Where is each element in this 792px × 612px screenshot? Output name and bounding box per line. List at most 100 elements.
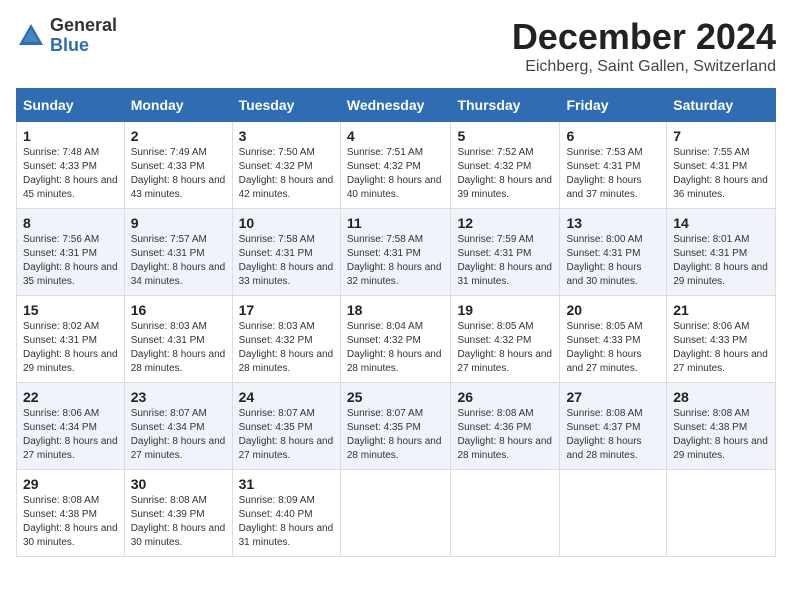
day-info: Sunrise: 8:07 AMSunset: 4:35 PMDaylight:… <box>239 408 334 461</box>
week-row-2: 8 Sunrise: 7:56 AMSunset: 4:31 PMDaylight… <box>17 209 776 296</box>
day-cell: 29 Sunrise: 8:08 AMSunset: 4:38 PMDayligh… <box>17 470 125 557</box>
header-day-sunday: Sunday <box>17 89 125 122</box>
day-info: Sunrise: 8:08 AMSunset: 4:38 PMDaylight:… <box>23 495 118 548</box>
day-number: 18 <box>347 302 445 318</box>
day-cell: 17Sunrise: 8:03 AMSunset: 4:32 PMDayligh… <box>232 296 340 383</box>
day-cell: 22 Sunrise: 8:06 AMSunset: 4:34 PMDayligh… <box>17 383 125 470</box>
day-cell: 5Sunrise: 7:52 AMSunset: 4:32 PMDaylight… <box>451 122 560 209</box>
header-day-saturday: Saturday <box>667 89 776 122</box>
day-number: 24 <box>239 389 334 405</box>
day-cell: 14Sunrise: 8:01 AMSunset: 4:31 PMDayligh… <box>667 209 776 296</box>
day-number: 25 <box>347 389 445 405</box>
calendar-table: SundayMondayTuesdayWednesdayThursdayFrid… <box>16 88 776 557</box>
day-info: Sunrise: 8:05 AMSunset: 4:33 PMDaylight:… <box>566 321 642 374</box>
day-info: Sunrise: 8:09 AMSunset: 4:40 PMDaylight:… <box>239 495 334 548</box>
day-cell: 31 Sunrise: 8:09 AMSunset: 4:40 PMDayligh… <box>232 470 340 557</box>
day-number: 3 <box>239 128 334 144</box>
day-number: 17 <box>239 302 334 318</box>
day-cell <box>560 470 667 557</box>
day-number: 4 <box>347 128 445 144</box>
day-info: Sunrise: 7:53 AMSunset: 4:31 PMDaylight:… <box>566 147 642 200</box>
day-cell: 4Sunrise: 7:51 AMSunset: 4:32 PMDaylight… <box>340 122 451 209</box>
day-number: 28 <box>673 389 769 405</box>
day-number: 6 <box>566 128 660 144</box>
day-info: Sunrise: 8:08 AMSunset: 4:39 PMDaylight:… <box>131 495 226 548</box>
week-row-1: 1 Sunrise: 7:48 AMSunset: 4:33 PMDaylight… <box>17 122 776 209</box>
day-number: 7 <box>673 128 769 144</box>
day-cell: 2 Sunrise: 7:49 AMSunset: 4:33 PMDaylight… <box>124 122 232 209</box>
logo-blue-text: Blue <box>50 36 117 56</box>
day-cell: 19 Sunrise: 8:05 AMSunset: 4:32 PMDayligh… <box>451 296 560 383</box>
day-cell: 13Sunrise: 8:00 AMSunset: 4:31 PMDayligh… <box>560 209 667 296</box>
day-cell: 23Sunrise: 8:07 AMSunset: 4:34 PMDayligh… <box>124 383 232 470</box>
day-cell: 10Sunrise: 7:58 AMSunset: 4:31 PMDayligh… <box>232 209 340 296</box>
day-number: 5 <box>457 128 553 144</box>
day-number: 2 <box>131 128 226 144</box>
header-day-thursday: Thursday <box>451 89 560 122</box>
day-cell <box>451 470 560 557</box>
day-info: Sunrise: 7:56 AMSunset: 4:31 PMDaylight:… <box>23 234 118 287</box>
location-title: Eichberg, Saint Gallen, Switzerland <box>512 58 776 76</box>
day-info: Sunrise: 8:08 AMSunset: 4:36 PMDaylight:… <box>457 408 552 461</box>
day-cell: 27 Sunrise: 8:08 AMSunset: 4:37 PMDayligh… <box>560 383 667 470</box>
day-number: 31 <box>239 476 334 492</box>
header-day-tuesday: Tuesday <box>232 89 340 122</box>
day-cell: 7 Sunrise: 7:55 AMSunset: 4:31 PMDaylight… <box>667 122 776 209</box>
week-row-5: 29 Sunrise: 8:08 AMSunset: 4:38 PMDayligh… <box>17 470 776 557</box>
day-number: 21 <box>673 302 769 318</box>
day-number: 22 <box>23 389 118 405</box>
day-info: Sunrise: 7:49 AMSunset: 4:33 PMDaylight:… <box>131 147 226 200</box>
day-cell: 18Sunrise: 8:04 AMSunset: 4:32 PMDayligh… <box>340 296 451 383</box>
day-number: 29 <box>23 476 118 492</box>
title-area: December 2024 Eichberg, Saint Gallen, Sw… <box>512 16 776 76</box>
day-number: 14 <box>673 215 769 231</box>
day-info: Sunrise: 8:07 AMSunset: 4:35 PMDaylight:… <box>347 408 442 461</box>
day-cell: 3Sunrise: 7:50 AMSunset: 4:32 PMDaylight… <box>232 122 340 209</box>
day-info: Sunrise: 8:06 AMSunset: 4:33 PMDaylight:… <box>673 321 768 374</box>
day-cell <box>667 470 776 557</box>
day-number: 11 <box>347 215 445 231</box>
day-cell: 6 Sunrise: 7:53 AMSunset: 4:31 PMDaylight… <box>560 122 667 209</box>
logo-text: General Blue <box>50 16 117 56</box>
day-info: Sunrise: 8:07 AMSunset: 4:34 PMDaylight:… <box>131 408 226 461</box>
day-number: 30 <box>131 476 226 492</box>
header-day-friday: Friday <box>560 89 667 122</box>
day-info: Sunrise: 8:05 AMSunset: 4:32 PMDaylight:… <box>457 321 552 374</box>
header: General Blue December 2024 Eichberg, Sai… <box>16 16 776 76</box>
logo: General Blue <box>16 16 117 56</box>
day-number: 19 <box>457 302 553 318</box>
logo-general-text: General <box>50 16 117 36</box>
day-cell: 30 Sunrise: 8:08 AMSunset: 4:39 PMDayligh… <box>124 470 232 557</box>
day-cell: 21 Sunrise: 8:06 AMSunset: 4:33 PMDayligh… <box>667 296 776 383</box>
day-info: Sunrise: 8:00 AMSunset: 4:31 PMDaylight:… <box>566 234 642 287</box>
day-number: 8 <box>23 215 118 231</box>
day-info: Sunrise: 8:02 AMSunset: 4:31 PMDaylight:… <box>23 321 118 374</box>
day-cell: 15 Sunrise: 8:02 AMSunset: 4:31 PMDayligh… <box>17 296 125 383</box>
week-row-3: 15 Sunrise: 8:02 AMSunset: 4:31 PMDayligh… <box>17 296 776 383</box>
month-title: December 2024 <box>512 16 776 58</box>
day-cell: 28 Sunrise: 8:08 AMSunset: 4:38 PMDayligh… <box>667 383 776 470</box>
day-number: 10 <box>239 215 334 231</box>
day-info: Sunrise: 7:55 AMSunset: 4:31 PMDaylight:… <box>673 147 768 200</box>
day-info: Sunrise: 7:48 AMSunset: 4:33 PMDaylight:… <box>23 147 118 200</box>
day-info: Sunrise: 7:59 AMSunset: 4:31 PMDaylight:… <box>457 234 552 287</box>
day-info: Sunrise: 8:08 AMSunset: 4:38 PMDaylight:… <box>673 408 768 461</box>
day-info: Sunrise: 7:58 AMSunset: 4:31 PMDaylight:… <box>347 234 442 287</box>
day-number: 16 <box>131 302 226 318</box>
day-cell: 12 Sunrise: 7:59 AMSunset: 4:31 PMDayligh… <box>451 209 560 296</box>
day-info: Sunrise: 8:06 AMSunset: 4:34 PMDaylight:… <box>23 408 118 461</box>
day-number: 27 <box>566 389 660 405</box>
week-row-4: 22 Sunrise: 8:06 AMSunset: 4:34 PMDayligh… <box>17 383 776 470</box>
day-info: Sunrise: 8:08 AMSunset: 4:37 PMDaylight:… <box>566 408 642 461</box>
day-info: Sunrise: 8:03 AMSunset: 4:31 PMDaylight:… <box>131 321 226 374</box>
day-number: 15 <box>23 302 118 318</box>
day-cell <box>340 470 451 557</box>
day-cell: 20Sunrise: 8:05 AMSunset: 4:33 PMDayligh… <box>560 296 667 383</box>
logo-icon <box>16 21 46 51</box>
day-number: 12 <box>457 215 553 231</box>
day-number: 9 <box>131 215 226 231</box>
day-cell: 26Sunrise: 8:08 AMSunset: 4:36 PMDayligh… <box>451 383 560 470</box>
day-number: 1 <box>23 128 118 144</box>
day-cell: 16 Sunrise: 8:03 AMSunset: 4:31 PMDayligh… <box>124 296 232 383</box>
day-info: Sunrise: 7:57 AMSunset: 4:31 PMDaylight:… <box>131 234 226 287</box>
